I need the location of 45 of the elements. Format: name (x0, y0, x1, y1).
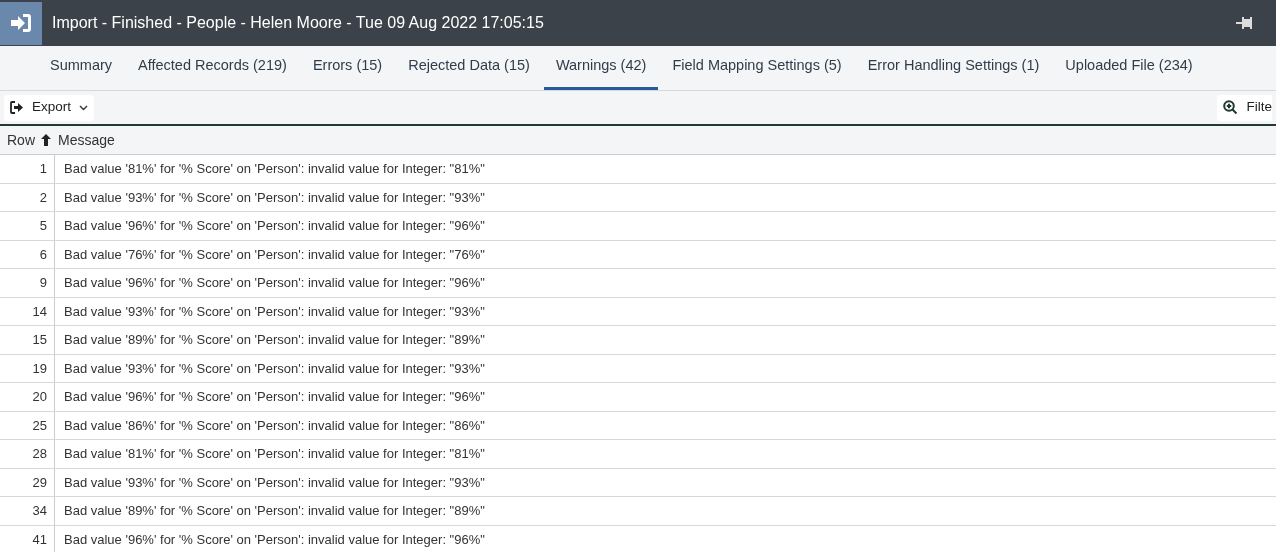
tab[interactable]: Field Mapping Settings (5) (660, 45, 854, 90)
message-cell: Bad value '76%' for '% Score' on 'Person': invalid value for Integer: "76%" (64, 246, 485, 262)
tab[interactable]: Summary (38, 45, 125, 90)
row-number: 20 (32, 388, 47, 406)
row-number: 15 (32, 331, 47, 349)
message-cell: Bad value '89%' for '% Score' on 'Person': invalid value for Integer: "89%" (64, 503, 485, 518)
zoom-in-icon (1223, 100, 1239, 115)
message-cell: Bad value '81%' for '% Score' on 'Person': invalid value for Integer: "81%" (64, 446, 485, 461)
message-cell: Bad value '89%' for '% Score' on 'Person': invalid value for Integer: "89%" (64, 332, 485, 347)
message-cell: Bad value '86%' for '% Score' on 'Person': invalid value for Integer: "86%" (64, 417, 485, 433)
row-number: 41 (32, 530, 47, 549)
caret-icon (79, 104, 89, 111)
message-cell: Bad value '96%' for '% Score' on 'Person': invalid value for Integer: "96%" (64, 389, 485, 404)
export-button[interactable]: Export (4, 94, 95, 121)
tab[interactable]: Affected Records (219) (126, 45, 299, 90)
window-title: Import - Finished - People - Helen Moore - Tue 09 Aug 2022 17:05:15 (51, 13, 545, 33)
row-number: 9 (39, 274, 47, 292)
row-number: 2 (39, 188, 47, 207)
column-header[interactable]: Row (7, 129, 35, 151)
tab[interactable]: Error Handling Settings (1) (855, 45, 1052, 90)
message-cell: Bad value '93%' for '% Score' on 'Person': invalid value for Integer: "93%" (64, 474, 485, 490)
message-cell: Bad value '81%' for '% Score' on 'Person': invalid value for Integer: "81%" (64, 161, 485, 176)
row-number: 19 (32, 359, 47, 378)
row-number: 6 (39, 245, 47, 264)
export-icon (10, 101, 24, 114)
row-number: 14 (32, 302, 47, 321)
row-number: 29 (32, 473, 47, 492)
message-cell: Bad value '93%' for '% Score' on 'Person': invalid value for Integer: "93%" (64, 189, 485, 205)
message-cell: Bad value '96%' for '% Score' on 'Person': invalid value for Integer: "96%" (64, 531, 485, 547)
sign-in-icon (10, 13, 32, 33)
row-number: 5 (39, 217, 47, 235)
tab[interactable]: Errors (15) (300, 45, 395, 90)
row-number: 28 (32, 445, 47, 463)
row-number: 34 (32, 502, 47, 520)
filter-button[interactable]: Filte (1217, 94, 1272, 121)
message-cell: Bad value '93%' for '% Score' on 'Person': invalid value for Integer: "93%" (64, 303, 485, 319)
pin-icon[interactable] (1236, 16, 1254, 30)
row-number: 25 (32, 416, 47, 435)
message-cell: Bad value '96%' for '% Score' on 'Person': invalid value for Integer: "96%" (64, 275, 485, 290)
row-number: 1 (39, 160, 47, 178)
column-header[interactable]: Message (58, 129, 115, 151)
tab[interactable]: Rejected Data (15) (396, 45, 542, 90)
message-cell: Bad value '96%' for '% Score' on 'Person': invalid value for Integer: "96%" (64, 218, 485, 233)
tab[interactable]: Uploaded File (234) (1053, 45, 1205, 90)
message-cell: Bad value '93%' for '% Score' on 'Person': invalid value for Integer: "93%" (64, 360, 485, 376)
